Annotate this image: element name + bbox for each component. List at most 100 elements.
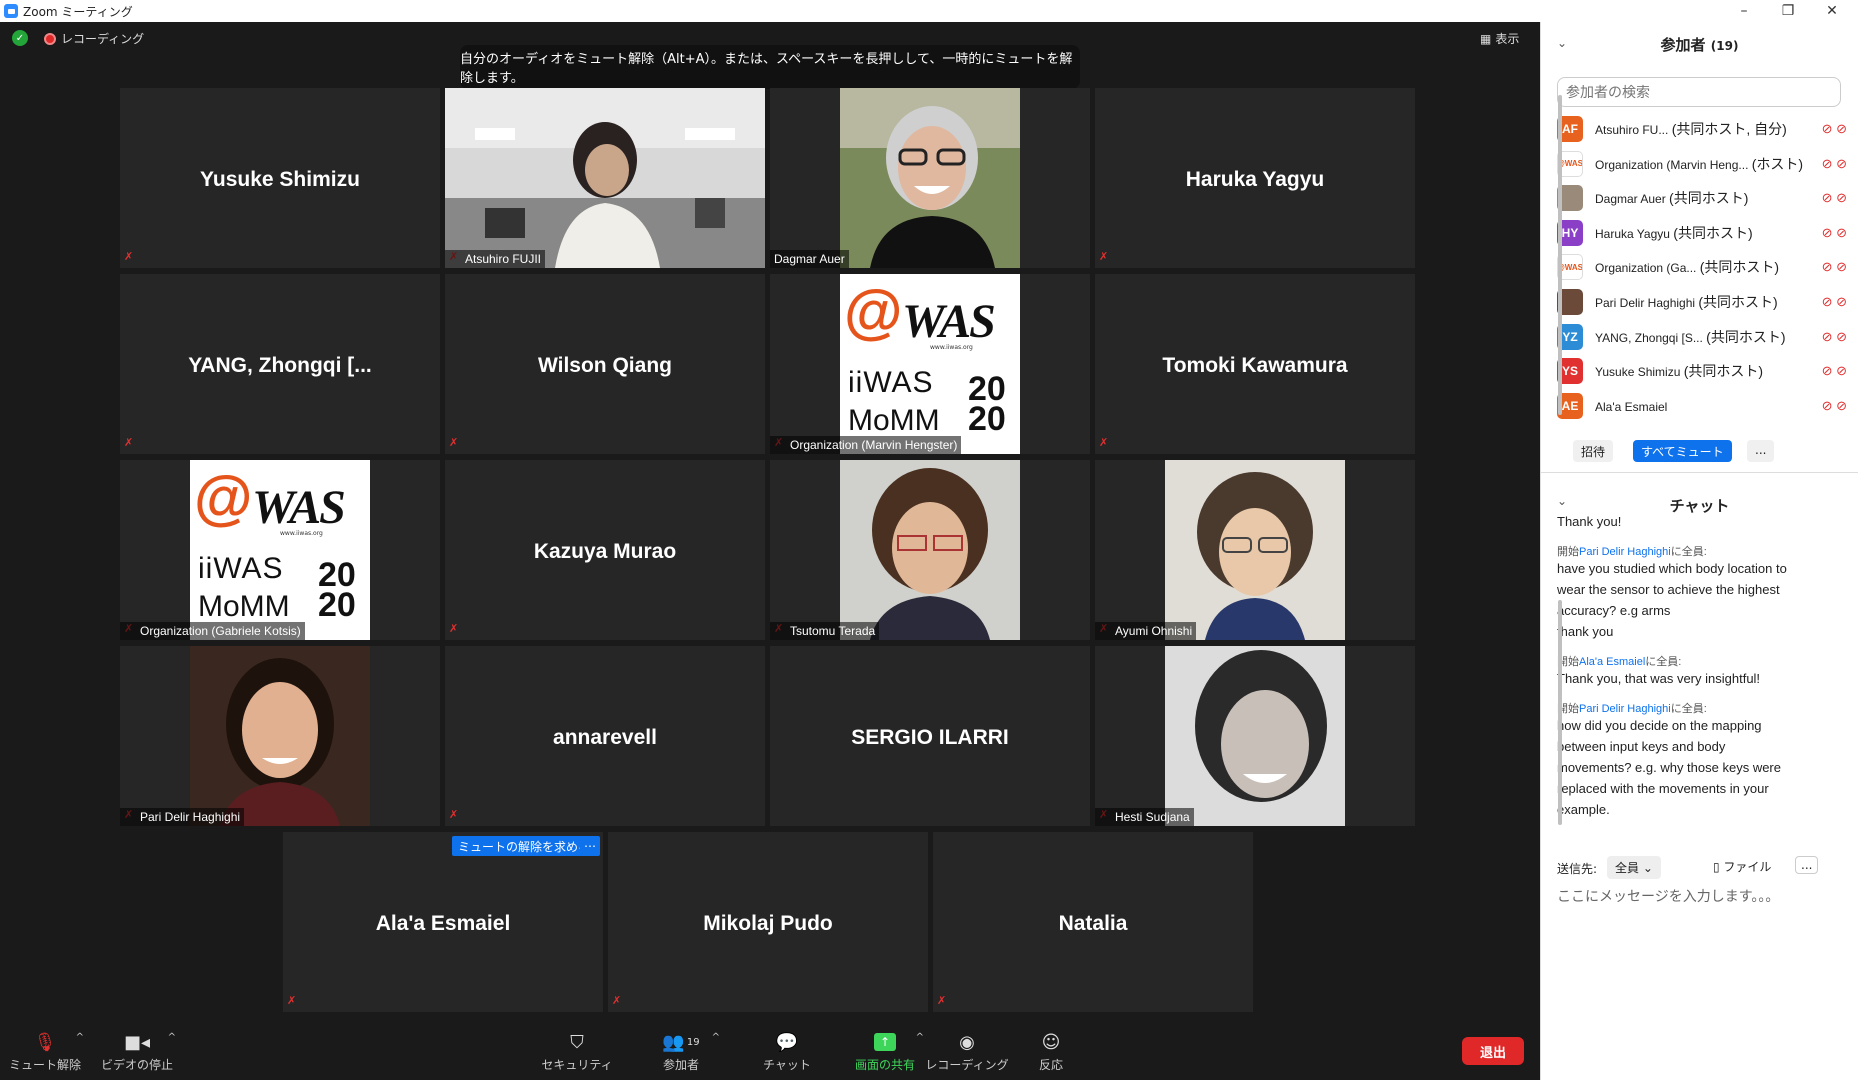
- participant-row[interactable]: YZ YANG, Zhongqi [S... (共同ホスト) ⊘ ⊘: [1557, 320, 1847, 354]
- shield-icon: ⛉: [570, 1031, 584, 1053]
- profile-photo: [1165, 646, 1345, 826]
- video-tile[interactable]: Natalia ✗: [933, 832, 1253, 1012]
- mute-all-button[interactable]: すべてミュート: [1633, 440, 1732, 462]
- restore-button[interactable]: ❐: [1766, 0, 1810, 22]
- video-tile[interactable]: SERGIO ILARRI: [770, 646, 1090, 826]
- chat-message-input[interactable]: ここにメッセージを入力します。。。: [1557, 886, 1779, 906]
- chat-message: Thank you!: [1557, 514, 1622, 529]
- participant-name: Organization (Ga... (共同ホスト): [1595, 259, 1780, 276]
- muted-mic-icon: ✗: [124, 250, 134, 263]
- video-tile[interactable]: annarevell ✗: [445, 646, 765, 826]
- video-tile[interactable]: @ WAS www.iiwas.org iiWAS MoMM 2020 ✗ Or…: [770, 274, 1090, 454]
- smiley-icon: ☺: [1041, 1031, 1061, 1053]
- video-tile[interactable]: ✗ Ayumi Ohnishi: [1095, 460, 1415, 640]
- stop-video-button[interactable]: ■◂ ビデオの停止 ^: [92, 1030, 182, 1073]
- participant-name: Kazuya Murao: [533, 540, 677, 563]
- participant-name: Organization (Marvin Heng... (ホスト): [1595, 155, 1804, 172]
- view-button[interactable]: ▦ 表示: [1480, 30, 1524, 47]
- muted-mic-icon: ✗: [287, 994, 297, 1007]
- record-label: レコーディング: [925, 1058, 1009, 1072]
- tile-more-button[interactable]: …: [580, 836, 600, 856]
- chat-label: チャット: [763, 1058, 811, 1072]
- logo-year: 20 20: [968, 370, 1006, 438]
- send-to-label: 送信先:: [1557, 862, 1598, 876]
- chat-message: how did you decide on the mapping: [1557, 718, 1762, 733]
- video-label: ビデオの停止: [100, 1058, 173, 1072]
- chat-scrollbar[interactable]: [1558, 600, 1562, 825]
- video-feed-office: [445, 88, 765, 268]
- video-tile[interactable]: Wilson Qiang ✗: [445, 274, 765, 454]
- participant-row[interactable]: YS Yusuke Shimizu (共同ホスト) ⊘ ⊘: [1557, 354, 1847, 388]
- video-tile[interactable]: Kazuya Murao ✗: [445, 460, 765, 640]
- mic-video-status-icon: ⊘ ⊘: [1821, 363, 1847, 379]
- profile-photo: [190, 646, 370, 826]
- share-screen-button[interactable]: ↑ 画面の共有 ^: [840, 1030, 930, 1073]
- participant-row[interactable]: AF Atsuhiro FU... (共同ホスト, 自分) ⊘ ⊘: [1557, 112, 1847, 146]
- chat-more-button[interactable]: ...: [1795, 856, 1819, 874]
- video-tile[interactable]: @ WAS www.iiwas.org iiWAS MoMM 2020 ✗ Or…: [120, 460, 440, 640]
- participant-label: Atsuhiro FUJII: [445, 250, 546, 268]
- logo-url: www.iiwas.org: [280, 530, 323, 537]
- participant-row[interactable]: Pari Delir Haghighi (共同ホスト) ⊘ ⊘: [1557, 285, 1847, 319]
- reactions-button[interactable]: ☺ 反応: [1006, 1030, 1096, 1073]
- video-tile[interactable]: ✗ Hesti Sudjana: [1095, 646, 1415, 826]
- mic-video-status-icon: ⊘ ⊘: [1821, 121, 1847, 136]
- video-stage: ✓ レコーディング ▦ 表示 自分のオーディオをミュート解除（Alt+A）。また…: [0, 22, 1540, 1080]
- profile-photo: [840, 88, 1020, 268]
- invite-button[interactable]: 招待: [1573, 440, 1614, 462]
- video-tile[interactable]: ✗ Pari Delir Haghighi: [120, 646, 440, 826]
- unmute-button[interactable]: 🎙 ミュート解除 ^: [0, 1030, 90, 1073]
- logo-iiwas: iiWAS: [848, 366, 934, 399]
- chat-bubble-icon: 💬: [775, 1031, 799, 1053]
- video-tile[interactable]: YANG, Zhongqi [... ✗: [120, 274, 440, 454]
- logo-url: www.iiwas.org: [930, 344, 973, 351]
- participant-row[interactable]: AE Ala'a Esmaiel ⊘ ⊘: [1557, 389, 1847, 423]
- video-tile-active-speaker[interactable]: ✗ Atsuhiro FUJII: [445, 88, 765, 268]
- participant-scrollbar[interactable]: [1558, 95, 1562, 415]
- leave-meeting-button[interactable]: 退出: [1462, 1037, 1524, 1065]
- chat-message: movements? e.g. why those keys were: [1557, 760, 1781, 775]
- chat-message: wear the sensor to achieve the highest: [1557, 582, 1780, 597]
- participant-search-input[interactable]: [1557, 77, 1841, 107]
- chat-message: example.: [1557, 802, 1610, 817]
- close-button[interactable]: ✕: [1810, 0, 1854, 22]
- zoom-logo-icon: [4, 4, 18, 18]
- video-tile[interactable]: Dagmar Auer: [770, 88, 1090, 268]
- video-tile[interactable]: Yusuke Shimizu ✗: [120, 88, 440, 268]
- caret-up-icon[interactable]: ^: [76, 1032, 84, 1043]
- iiwas-logo: @ WAS www.iiwas.org iiWAS MoMM 20 20: [190, 460, 370, 640]
- video-tile[interactable]: Mikolaj Pudo ✗: [608, 832, 928, 1012]
- participant-actions: 招待 すべてミュート ...: [1541, 440, 1858, 464]
- participants-button[interactable]: 👥 19 参加者 ^: [636, 1030, 726, 1073]
- recording-indicator[interactable]: レコーディング: [44, 30, 144, 47]
- more-options-button[interactable]: ...: [1747, 440, 1775, 462]
- encryption-shield-icon[interactable]: ✓: [12, 30, 28, 46]
- participant-label: Ayumi Ohnishi: [1095, 622, 1197, 640]
- logo-was: WAS: [252, 481, 346, 534]
- recipient-dropdown[interactable]: 全員 ⌄: [1607, 856, 1661, 879]
- file-button[interactable]: ▯ ファイル: [1713, 858, 1771, 875]
- video-tile[interactable]: Haruka Yagyu ✗: [1095, 88, 1415, 268]
- participant-label: Tsutomu Terada: [770, 622, 880, 640]
- record-icon: ◉: [959, 1031, 975, 1053]
- chat-button[interactable]: 💬 チャット: [742, 1030, 832, 1073]
- participant-name: Yusuke Shimizu (共同ホスト): [1595, 363, 1764, 380]
- video-tile[interactable]: Ala'a Esmaiel ✗: [283, 832, 603, 1012]
- record-button[interactable]: ◉ レコーディング: [922, 1030, 1012, 1073]
- participant-label: Dagmar Auer: [770, 250, 849, 268]
- participant-row[interactable]: @WAS Organization (Ga... (共同ホスト) ⊘ ⊘: [1557, 250, 1847, 284]
- video-tile[interactable]: Tomoki Kawamura ✗: [1095, 274, 1415, 454]
- chat-message: replaced with the movements in your: [1557, 781, 1769, 796]
- ask-to-unmute-button[interactable]: ミュートの解除を求める: [452, 836, 597, 856]
- muted-mic-icon: ✗: [1099, 250, 1109, 263]
- security-button[interactable]: ⛉ セキュリティ: [532, 1030, 622, 1073]
- participant-row[interactable]: @WAS Organization (Marvin Heng... (ホスト) ⊘ …: [1557, 147, 1847, 181]
- participant-row[interactable]: Dagmar Auer (共同ホスト) ⊘ ⊘: [1557, 181, 1847, 215]
- participant-row[interactable]: HY Haruka Yagyu (共同ホスト) ⊘ ⊘: [1557, 216, 1847, 250]
- caret-up-icon[interactable]: ^: [712, 1032, 720, 1043]
- caret-up-icon[interactable]: ^: [168, 1032, 176, 1043]
- minimize-button[interactable]: –: [1722, 0, 1766, 22]
- video-tile[interactable]: ✗ Tsutomu Terada: [770, 460, 1090, 640]
- meeting-toolbar: 🎙 ミュート解除 ^ ■◂ ビデオの停止 ^ ⛉ セキュリティ 👥 19 参加者 …: [0, 1020, 1540, 1080]
- chat-message: have you studied which body location to: [1557, 561, 1787, 576]
